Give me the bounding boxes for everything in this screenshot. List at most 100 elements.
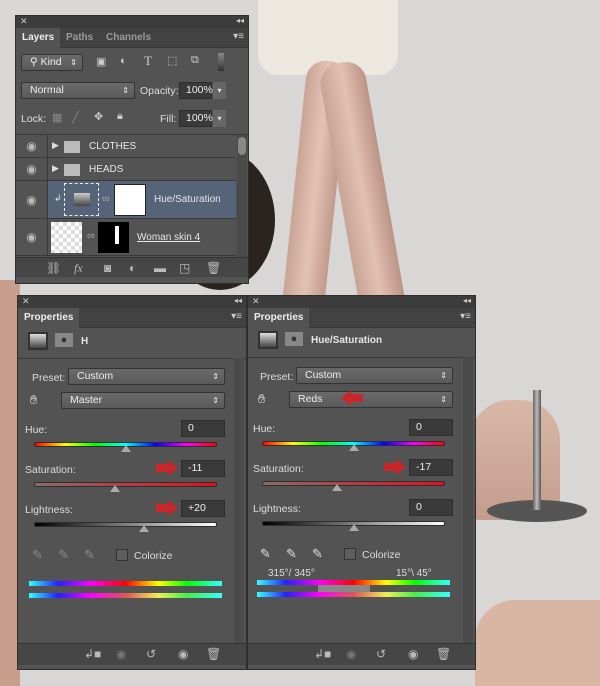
link-icon[interactable]: ∞ bbox=[102, 193, 110, 205]
layer-row-woman-skin-4[interactable]: ◉ ∞ Woman skin 4 bbox=[16, 219, 236, 256]
hue-input[interactable]: 0 bbox=[181, 420, 225, 437]
trash-icon[interactable]: 🗑︎ bbox=[206, 647, 221, 661]
colorize-checkbox[interactable] bbox=[344, 548, 356, 560]
new-group-icon[interactable]: ▬ bbox=[154, 261, 166, 275]
eyedropper-subtract-icon[interactable]: ✎ bbox=[84, 547, 95, 563]
properties-scrollbar[interactable] bbox=[234, 358, 244, 648]
targeted-adjustment-hand-icon[interactable]: ✋︎ bbox=[258, 391, 265, 407]
filter-toggle[interactable] bbox=[218, 53, 224, 71]
range-selector[interactable] bbox=[318, 585, 370, 592]
layer-row-clothes[interactable]: ◉ ▶ CLOTHES bbox=[16, 135, 236, 158]
filter-kind-select[interactable]: ⚲ Kind ⇕ bbox=[21, 54, 83, 71]
lock-position-icon[interactable]: ✥ bbox=[94, 110, 103, 123]
layer-row-hue-saturation[interactable]: ◉ ↲ ∞ Hue/Saturation bbox=[16, 181, 236, 219]
collapse-icon[interactable]: ◂◂ bbox=[236, 16, 244, 25]
close-icon[interactable]: ✕ bbox=[22, 296, 30, 307]
expand-icon[interactable]: ▶ bbox=[52, 140, 59, 151]
new-layer-icon[interactable]: ◳ bbox=[179, 261, 190, 275]
hue-slider-thumb[interactable] bbox=[348, 444, 359, 451]
adjustment-icon[interactable] bbox=[258, 331, 278, 349]
close-icon[interactable]: ✕ bbox=[20, 16, 28, 27]
panel-titlebar[interactable]: ✕ ◂◂ bbox=[16, 16, 248, 28]
panel-titlebar[interactable]: ✕ ◂◂ bbox=[18, 296, 246, 308]
expand-icon[interactable]: ▶ bbox=[52, 163, 59, 174]
lightness-slider-thumb[interactable] bbox=[348, 524, 359, 531]
tab-layers[interactable]: Layers bbox=[16, 28, 61, 48]
fx-icon[interactable]: fx bbox=[74, 261, 83, 276]
adjustment-icon[interactable] bbox=[28, 332, 48, 350]
channel-select[interactable]: Master ⇕ bbox=[61, 392, 225, 409]
link-layers-icon[interactable]: ⛓ bbox=[46, 261, 61, 275]
clip-to-layer-icon[interactable]: ↲■ bbox=[314, 647, 331, 661]
image-filter-icon[interactable]: ▣ bbox=[96, 55, 106, 68]
preset-select[interactable]: Custom ⇕ bbox=[68, 368, 225, 385]
eyedropper-add-icon[interactable]: ✎ bbox=[58, 547, 69, 563]
hue-slider-thumb[interactable] bbox=[120, 445, 131, 452]
saturation-slider[interactable] bbox=[262, 481, 445, 486]
fill-input[interactable]: 100% bbox=[179, 110, 213, 127]
eye-icon[interactable]: ◉ bbox=[16, 219, 48, 255]
view-previous-icon[interactable]: ◉ bbox=[116, 647, 126, 661]
mask-thumbnail[interactable] bbox=[98, 222, 129, 253]
reset-icon[interactable]: ↺ bbox=[146, 647, 156, 661]
mask-thumbnail[interactable] bbox=[114, 184, 146, 216]
opacity-input[interactable]: 100% bbox=[179, 82, 213, 99]
eye-icon[interactable]: ◉ bbox=[16, 135, 48, 157]
mask-icon[interactable]: ● bbox=[55, 333, 73, 347]
view-previous-icon[interactable]: ◉ bbox=[346, 647, 356, 661]
panel-menu-icon[interactable]: ▾≡ bbox=[460, 311, 471, 322]
panel-menu-icon[interactable]: ▾≡ bbox=[231, 311, 242, 322]
panel-menu-icon[interactable]: ▾≡ bbox=[233, 31, 244, 42]
adjustment-filter-icon[interactable]: ◐ bbox=[120, 55, 127, 67]
tab-properties[interactable]: Properties bbox=[18, 308, 80, 328]
close-icon[interactable]: ✕ bbox=[252, 296, 260, 307]
lightness-input[interactable]: 0 bbox=[409, 499, 453, 516]
eyedropper-icon[interactable]: ✎ bbox=[260, 546, 271, 562]
saturation-slider-thumb[interactable] bbox=[332, 484, 343, 491]
eyedropper-add-icon[interactable]: ✎ bbox=[286, 546, 297, 562]
properties-scrollbar[interactable] bbox=[463, 357, 473, 647]
trash-icon[interactable]: 🗑︎ bbox=[436, 647, 451, 661]
new-adjustment-icon[interactable]: ◐ bbox=[129, 261, 136, 275]
opacity-dropdown[interactable]: ▾ bbox=[213, 82, 226, 99]
collapse-icon[interactable]: ◂◂ bbox=[463, 296, 471, 305]
layer-row-heads[interactable]: ◉ ▶ HEADS bbox=[16, 158, 236, 181]
eyedropper-subtract-icon[interactable]: ✎ bbox=[312, 546, 323, 562]
visibility-eye-icon[interactable]: ◉ bbox=[408, 647, 418, 661]
saturation-slider-thumb[interactable] bbox=[109, 485, 120, 492]
panel-titlebar[interactable]: ✕ ◂◂ bbox=[248, 296, 475, 308]
lightness-input[interactable]: +20 bbox=[181, 500, 225, 517]
collapse-icon[interactable]: ◂◂ bbox=[234, 296, 242, 305]
trash-icon[interactable]: 🗑︎ bbox=[206, 261, 221, 275]
eye-icon[interactable]: ◉ bbox=[16, 158, 48, 180]
hue-input[interactable]: 0 bbox=[409, 419, 453, 436]
type-filter-icon[interactable]: T bbox=[144, 53, 152, 69]
saturation-input[interactable]: -11 bbox=[181, 460, 225, 477]
colorize-checkbox[interactable] bbox=[116, 549, 128, 561]
fill-dropdown[interactable]: ▾ bbox=[213, 110, 226, 127]
channel-select[interactable]: Reds ⇕ bbox=[289, 391, 453, 408]
clip-to-layer-icon[interactable]: ↲■ bbox=[84, 647, 101, 661]
tab-channels[interactable]: Channels bbox=[100, 28, 157, 48]
saturation-slider[interactable] bbox=[34, 482, 217, 487]
mask-icon[interactable]: ● bbox=[285, 332, 303, 346]
blend-mode-select[interactable]: Normal ⇕ bbox=[21, 82, 135, 99]
eye-icon[interactable]: ◉ bbox=[16, 181, 48, 218]
targeted-adjustment-hand-icon[interactable]: ✋︎ bbox=[30, 392, 37, 408]
lock-transparent-icon[interactable]: ▦ bbox=[52, 111, 62, 124]
tab-properties[interactable]: Properties bbox=[248, 308, 310, 328]
add-mask-icon[interactable]: ◙ bbox=[104, 261, 111, 275]
preset-select[interactable]: Custom ⇕ bbox=[296, 367, 453, 384]
saturation-input[interactable]: -17 bbox=[409, 459, 453, 476]
lightness-slider[interactable] bbox=[34, 522, 217, 527]
lightness-slider-thumb[interactable] bbox=[138, 525, 149, 532]
tab-paths[interactable]: Paths bbox=[60, 28, 99, 48]
shape-filter-icon[interactable]: ⬚ bbox=[167, 54, 177, 67]
smart-object-filter-icon[interactable]: ⧉ bbox=[191, 54, 199, 67]
eyedropper-icon[interactable]: ✎ bbox=[32, 547, 43, 563]
scroll-thumb[interactable] bbox=[238, 137, 246, 155]
lock-all-icon[interactable]: 🔒︎ bbox=[117, 110, 123, 123]
lock-brush-icon[interactable]: ╱ bbox=[72, 111, 79, 124]
layers-scrollbar[interactable] bbox=[237, 135, 247, 257]
reset-icon[interactable]: ↺ bbox=[376, 647, 386, 661]
